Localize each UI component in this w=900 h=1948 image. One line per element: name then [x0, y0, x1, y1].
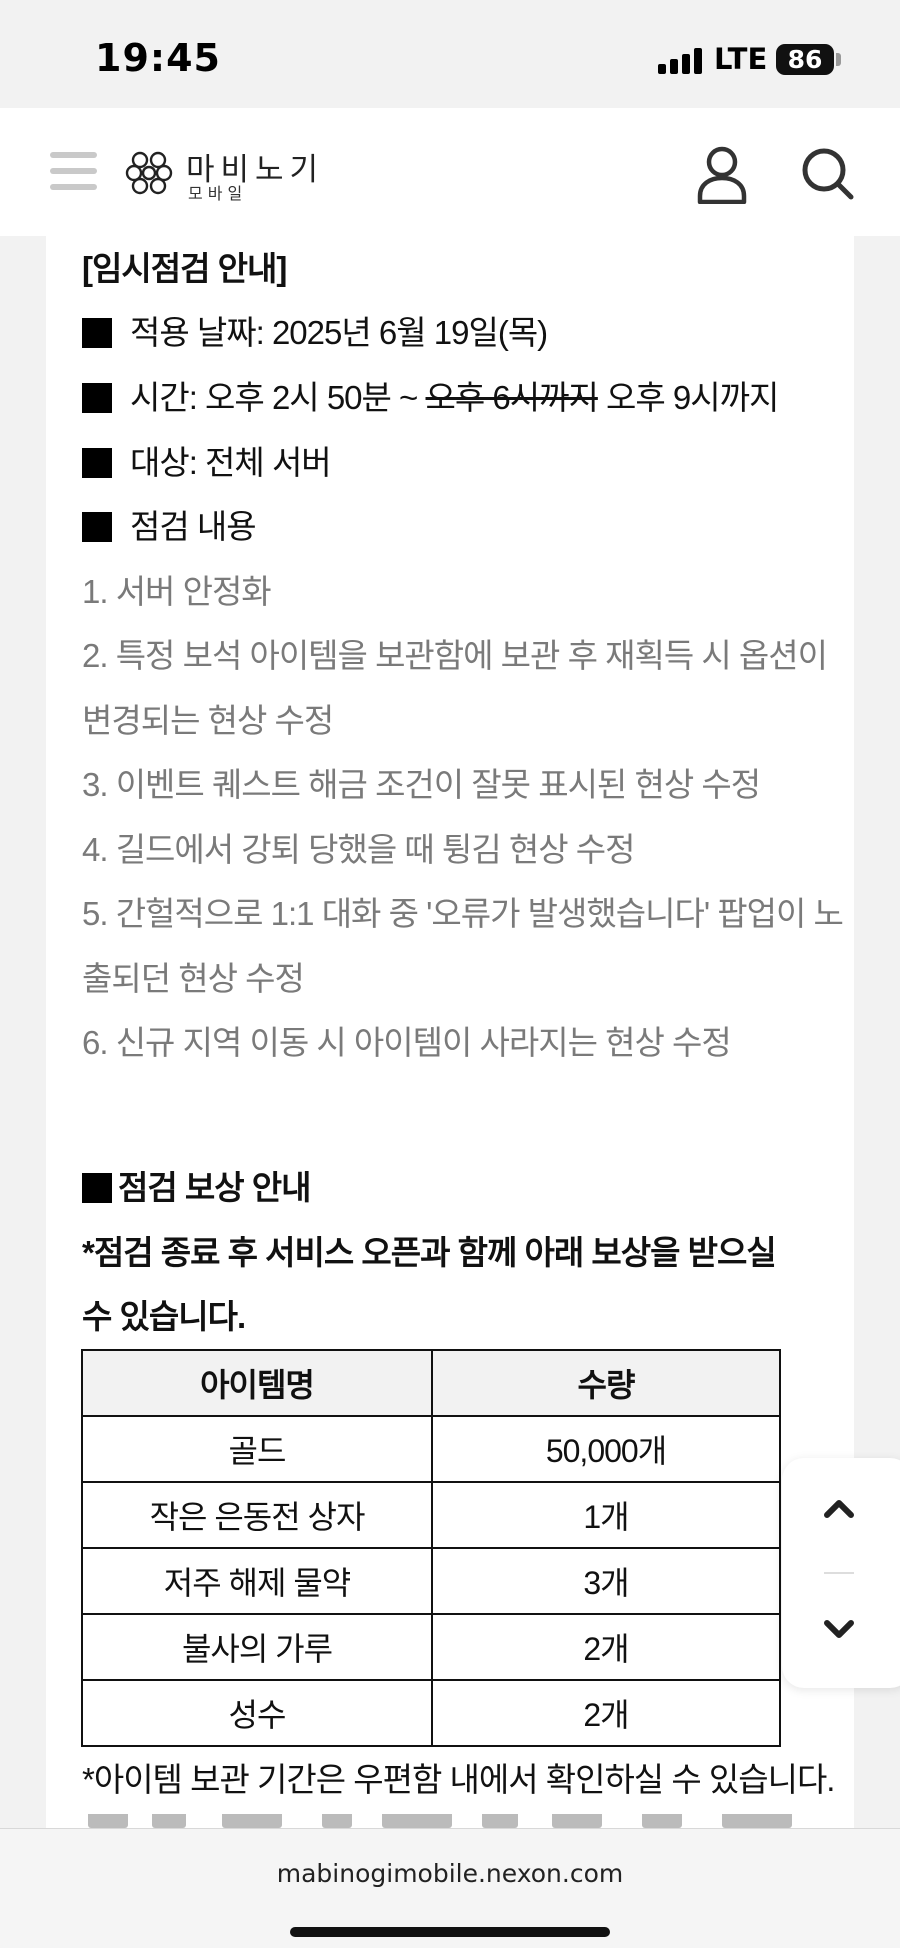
network-type: LTE [714, 42, 768, 76]
signal-icon [658, 48, 704, 74]
notice-time-new: 오후 9시까지 [597, 379, 779, 416]
user-icon[interactable] [695, 144, 749, 204]
bullet-square-icon [82, 383, 112, 413]
table-row: 저주 해제 물약 3개 [81, 1547, 781, 1615]
table-cell-item: 성수 [81, 1679, 433, 1747]
scroll-top-button[interactable] [824, 1498, 854, 1518]
bullet-square-icon [82, 512, 112, 542]
notice-content: [임시점검 안내] 적용 날짜: 2025년 6월 19일(목) 시간: 오후 … [46, 236, 854, 1828]
list-item: 5. 간헐적으로 1:1 대화 중 '오류가 발생했습니다' 팝업이 노 [82, 895, 844, 932]
logo-icon[interactable] [122, 146, 176, 200]
notice-time: 시간: 오후 2시 50분 ~ 오후 6시까지 오후 9시까지 [82, 371, 779, 419]
notice-target: 대상: 전체 서버 [82, 436, 332, 484]
notice-title: [임시점검 안내] [82, 250, 287, 287]
notice-content-heading: 점검 내용 [82, 500, 257, 548]
table-header-item: 아이템명 [81, 1349, 433, 1417]
bullet-square-icon [82, 1173, 112, 1203]
bullet-square-icon [82, 448, 112, 478]
table-cell-item: 작은 은동전 상자 [81, 1481, 433, 1549]
scroll-controls [782, 1458, 900, 1688]
reward-heading: 점검 보상 안내 [82, 1161, 311, 1209]
battery-level: 86 [787, 45, 823, 74]
list-item: 변경되는 현상 수정 [82, 702, 334, 739]
table-row: 골드 50,000개 [81, 1415, 781, 1483]
notice-time-struck: 오후 6시까지 [425, 379, 599, 416]
table-cell-item: 저주 해제 물약 [81, 1547, 433, 1615]
table-row: 작은 은동전 상자 1개 [81, 1481, 781, 1549]
site-header: 마비노기 모바일 [0, 108, 900, 236]
browser-url-bar[interactable]: mabinogimobile.nexon.com [0, 1828, 900, 1948]
battery-icon: 86 [776, 44, 834, 75]
reward-note-line1: *점검 종료 후 서비스 오픈과 함께 아래 보상을 받으실 [82, 1234, 777, 1271]
table-cell-quantity: 1개 [431, 1481, 781, 1549]
notice-date: 적용 날짜: 2025년 6월 19일(목) [82, 306, 548, 354]
table-header-quantity: 수량 [431, 1349, 781, 1417]
scroll-divider [824, 1572, 854, 1574]
table-cell-quantity: 3개 [431, 1547, 781, 1615]
list-item: 4. 길드에서 강퇴 당했을 때 튕김 현상 수정 [82, 831, 635, 868]
reward-table: 아이템명 수량 골드 50,000개 작은 은동전 상자 1개 저주 해제 물약… [81, 1349, 781, 1747]
status-time: 19:45 [95, 36, 221, 80]
table-cell-quantity: 2개 [431, 1679, 781, 1747]
url-text[interactable]: mabinogimobile.nexon.com [0, 1859, 900, 1888]
scroll-bottom-button[interactable] [824, 1620, 854, 1640]
list-item: 2. 특정 보석 아이템을 보관함에 보관 후 재획득 시 옵션이 [82, 637, 828, 674]
table-cell-item: 불사의 가루 [81, 1613, 433, 1681]
notice-date-text: 적용 날짜: 2025년 6월 19일(목) [130, 314, 548, 351]
table-row: 성수 2개 [81, 1679, 781, 1747]
table-cell-quantity: 50,000개 [431, 1415, 781, 1483]
list-item: 1. 서버 안정화 [82, 573, 272, 610]
notice-target-text: 대상: 전체 서버 [130, 444, 332, 481]
table-header-row: 아이템명 수량 [81, 1349, 781, 1417]
bullet-square-icon [82, 318, 112, 348]
list-item: 6. 신규 지역 이동 시 아이템이 사라지는 현상 수정 [82, 1024, 732, 1061]
home-indicator[interactable] [290, 1927, 610, 1937]
reward-footnote: *아이템 보관 기간은 우편함 내에서 확인하실 수 있습니다. [82, 1761, 835, 1798]
notice-time-prefix: 시간: 오후 2시 50분 ~ [130, 379, 426, 416]
menu-icon[interactable] [50, 152, 97, 190]
list-item: 출되던 현상 수정 [82, 960, 305, 997]
table-cell-item: 골드 [81, 1415, 433, 1483]
table-row: 불사의 가루 2개 [81, 1613, 781, 1681]
notice-content-heading-text: 점검 내용 [130, 508, 257, 545]
table-cell-quantity: 2개 [431, 1613, 781, 1681]
truncated-text-line [82, 1814, 842, 1828]
logo-subtitle: 모바일 [188, 184, 248, 203]
status-bar: 19:45 LTE 86 [0, 0, 900, 108]
list-item: 3. 이벤트 퀘스트 해금 조건이 잘못 표시된 현상 수정 [82, 766, 761, 803]
battery-cap [836, 53, 841, 66]
reward-note-line2: 수 있습니다. [82, 1298, 246, 1335]
reward-heading-text: 점검 보상 안내 [118, 1169, 311, 1206]
search-icon[interactable] [800, 146, 854, 200]
